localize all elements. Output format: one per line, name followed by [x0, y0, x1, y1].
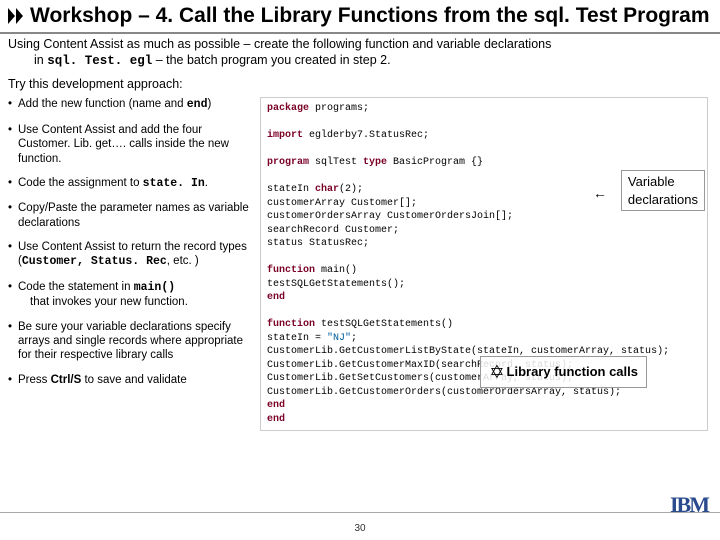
slide-header: Workshop – 4. Call the Library Functions… — [0, 0, 720, 34]
bullet-item: •Code the assignment to state. In. — [8, 176, 254, 191]
bullet-item: •Be sure your variable declarations spec… — [8, 320, 254, 363]
bullet-item: •Use Content Assist to return the record… — [8, 240, 254, 270]
code-editor: package programs; import eglderby7.Statu… — [260, 97, 708, 431]
annotation-library-calls: ✡Library function calls — [480, 356, 647, 388]
bullet-item: •Use Content Assist and add the four Cus… — [8, 123, 254, 166]
footer: 30 — [0, 512, 720, 538]
approach-heading: Try this development approach: — [0, 73, 720, 97]
bullet-item: •Code the statement in main()that invoke… — [8, 280, 254, 310]
bullet-item: •Add the new function (name and end) — [8, 97, 254, 112]
bullet-list: •Add the new function (name and end) •Us… — [0, 97, 260, 431]
annotation-variable-declarations: Variabledeclarations — [621, 170, 705, 211]
star-icon: ✡ — [489, 362, 504, 382]
intro-text: Using Content Assist as much as possible… — [0, 34, 720, 73]
bullet-item: •Press Ctrl/S to save and validate — [8, 373, 254, 387]
slide-title: Workshop – 4. Call the Library Functions… — [8, 4, 712, 30]
page-number: 30 — [354, 523, 365, 534]
play-icon — [8, 6, 26, 30]
bullet-item: •Copy/Paste the parameter names as varia… — [8, 201, 254, 230]
content-columns: •Add the new function (name and end) •Us… — [0, 97, 720, 431]
arrow-icon: ← — [593, 184, 607, 203]
